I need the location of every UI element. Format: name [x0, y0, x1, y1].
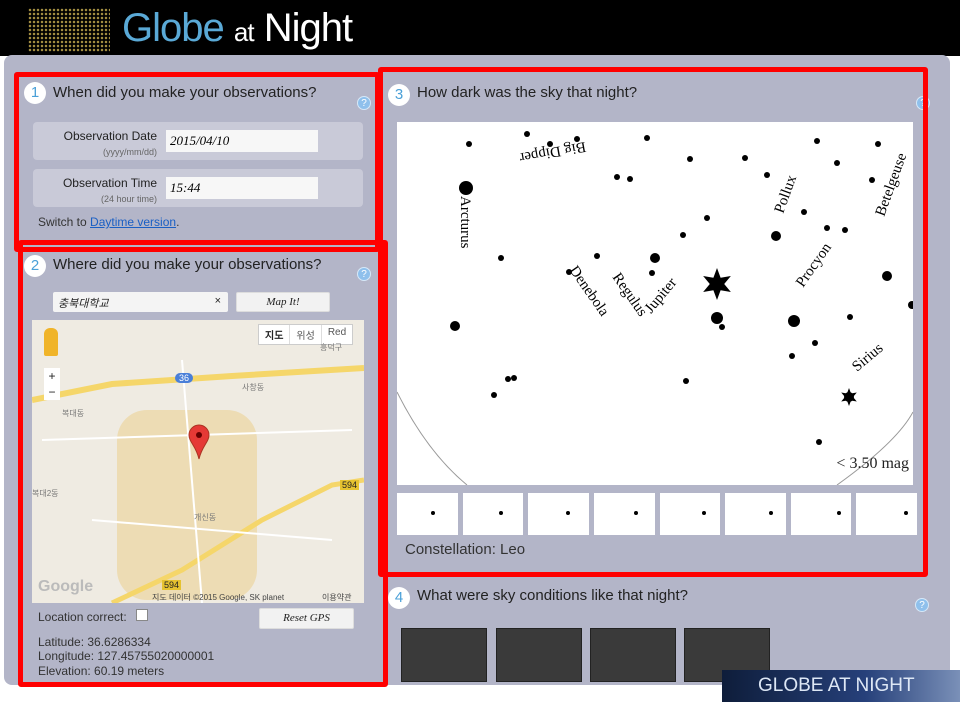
step-number-4: 4	[388, 587, 410, 609]
sky-condition-half-cloudy[interactable]	[590, 628, 676, 682]
highlight-box-3	[378, 67, 928, 577]
sky-condition-quarter-cloudy[interactable]	[496, 628, 582, 682]
header: Globe at Night	[0, 0, 960, 56]
world-map-logo-icon	[28, 8, 110, 52]
highlight-box-2	[18, 240, 388, 687]
section4-title: What were sky conditions like that night…	[417, 587, 688, 604]
site-logo[interactable]: Globe at Night	[122, 6, 353, 51]
sky-condition-clear[interactable]	[401, 628, 487, 682]
highlight-box-1	[14, 72, 380, 252]
globe-at-night-footer-logo: GLOBE AT NIGHT	[722, 670, 960, 702]
help-icon[interactable]: ?	[915, 598, 929, 612]
